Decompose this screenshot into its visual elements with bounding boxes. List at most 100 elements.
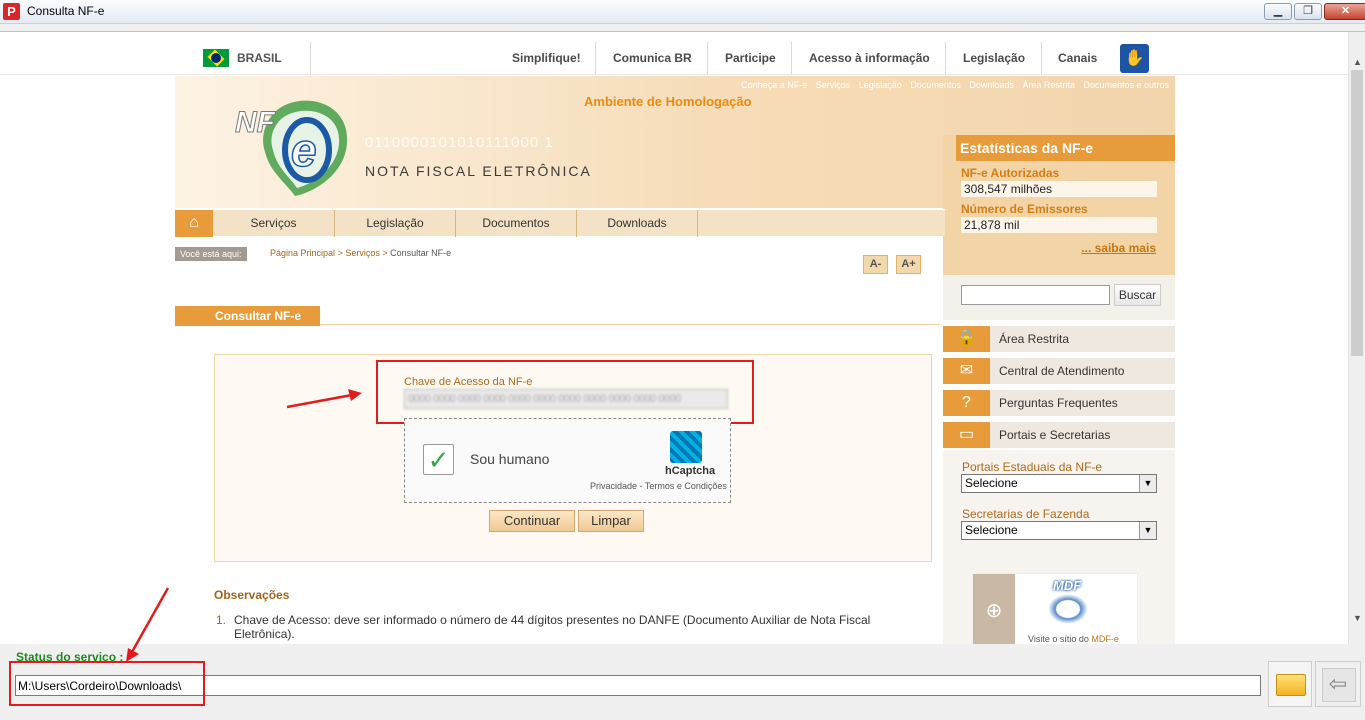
nav-legislacao[interactable]: Legislação bbox=[335, 210, 456, 237]
lock-icon: 🔒 bbox=[943, 326, 990, 352]
mdfe-logo-text: MDF bbox=[1053, 578, 1082, 593]
observacao-number: 1. bbox=[216, 613, 227, 627]
chevron-down-icon: ▼ bbox=[1139, 475, 1156, 492]
folder-icon bbox=[1276, 674, 1306, 696]
continuar-button[interactable]: Continuar bbox=[489, 510, 575, 532]
binary-decoration: 0110000101010111000 1 bbox=[365, 134, 554, 151]
question-icon: ? bbox=[943, 390, 990, 416]
gov-link-canais[interactable]: Canais bbox=[1058, 51, 1097, 65]
main-nav: ⌂ Serviços Legislação Documentos Downloa… bbox=[175, 209, 945, 237]
system-name: NOTA FISCAL ELETRÔNICA bbox=[365, 163, 592, 179]
close-button[interactable]: ✕ bbox=[1324, 3, 1365, 20]
accessibility-icon[interactable]: ✋ bbox=[1120, 44, 1149, 73]
mdfe-banner[interactable]: ⊕ MDF Visite o sítio do MDF-e bbox=[972, 573, 1138, 644]
secretarias-label: Secretarias de Fazenda bbox=[962, 507, 1090, 521]
banner-link[interactable]: Conheça a NF-e bbox=[741, 80, 807, 90]
breadcrumb-separator: > bbox=[337, 248, 343, 258]
banner-link[interactable]: Documentos bbox=[910, 80, 961, 90]
brazil-flag-icon bbox=[203, 49, 229, 67]
mdfe-caption: Visite o sítio do MDF-e bbox=[1028, 634, 1119, 644]
hcaptcha-widget: ✓ Sou humano hCaptcha Privacidade - Term… bbox=[404, 418, 731, 503]
gov-separator bbox=[310, 42, 311, 74]
chevron-down-icon: ▼ bbox=[1139, 522, 1156, 539]
mdfe-logo-icon bbox=[1048, 594, 1088, 624]
page-title: Consultar NF-e bbox=[175, 306, 320, 326]
title-underline bbox=[320, 324, 940, 325]
banner-link[interactable]: Documentos e outros bbox=[1083, 80, 1169, 90]
banner-link[interactable]: Legislação bbox=[859, 80, 902, 90]
stats-emissores-value: 21,878 mil bbox=[961, 217, 1157, 233]
saiba-mais-link[interactable]: ... saiba mais bbox=[1081, 241, 1156, 255]
gov-separator bbox=[707, 42, 708, 74]
limpar-button[interactable]: Limpar bbox=[578, 510, 644, 532]
breadcrumb-separator: > bbox=[382, 248, 388, 258]
breadcrumb-current: Consultar NF-e bbox=[390, 248, 452, 258]
nfe-logo-e: e bbox=[291, 124, 317, 176]
gov-link-participe[interactable]: Participe bbox=[725, 51, 776, 65]
globe-icon: ⊕ bbox=[973, 574, 1015, 644]
scroll-down-icon[interactable]: ▼ bbox=[1349, 610, 1365, 627]
ambiente-label: Ambiente de Homologação bbox=[584, 94, 752, 109]
nav-downloads[interactable]: Downloads bbox=[577, 210, 698, 237]
portais-select[interactable]: Selecione ▼ bbox=[961, 474, 1157, 493]
nfe-logo[interactable]: NF e bbox=[235, 92, 355, 200]
search-button[interactable]: Buscar bbox=[1114, 284, 1161, 306]
web-viewport: BRASIL Simplifique! Comunica BR Particip… bbox=[0, 31, 1365, 644]
stats-title: Estatísticas da NF-e bbox=[956, 135, 1175, 161]
breadcrumb-link-servicos[interactable]: Serviços bbox=[345, 248, 380, 258]
scroll-up-icon[interactable]: ▲ bbox=[1349, 54, 1365, 71]
brasil-link[interactable]: BRASIL bbox=[237, 51, 282, 65]
back-button[interactable]: ⇦ bbox=[1315, 661, 1361, 707]
restore-button[interactable]: ❐ bbox=[1294, 3, 1322, 20]
mdfe-caption-prefix: Visite o sítio do bbox=[1028, 634, 1089, 644]
captcha-links[interactable]: Privacidade - Termos e Condições bbox=[590, 481, 727, 491]
gov-link-legislacao[interactable]: Legislação bbox=[963, 51, 1025, 65]
breadcrumb-link-home[interactable]: Página Principal bbox=[270, 248, 335, 258]
sidebar-portais-secretarias[interactable]: ▭ Portais e Secretarias bbox=[943, 422, 1175, 448]
sidebar-label: Área Restrita bbox=[999, 332, 1070, 346]
stats-autorizadas-value: 308,547 milhões bbox=[961, 181, 1157, 197]
breadcrumb-label: Você está aqui: bbox=[175, 247, 247, 261]
sidebar-label: Central de Atendimento bbox=[999, 364, 1125, 378]
font-decrease-button[interactable]: A- bbox=[863, 255, 888, 274]
gov-link-simplifique[interactable]: Simplifique! bbox=[512, 51, 581, 65]
observacoes-title: Observações bbox=[214, 588, 290, 602]
banner-link[interactable]: Downloads bbox=[969, 80, 1014, 90]
sidebar-central-atendimento[interactable]: ✉ Central de Atendimento bbox=[943, 358, 1175, 384]
vertical-scrollbar[interactable]: ▲ ▼ bbox=[1348, 32, 1365, 644]
nav-documentos[interactable]: Documentos bbox=[456, 210, 577, 237]
nfe-logo-text: NF bbox=[235, 106, 276, 139]
captcha-text: Sou humano bbox=[470, 451, 550, 467]
annotation-arrowhead bbox=[126, 648, 139, 662]
folder-button[interactable] bbox=[1268, 661, 1312, 707]
observacao-text: Chave de Acesso: deve ser informado o nú… bbox=[234, 613, 871, 641]
secretarias-select[interactable]: Selecione ▼ bbox=[961, 521, 1157, 540]
captcha-checkbox[interactable]: ✓ bbox=[423, 444, 454, 475]
gov-separator bbox=[791, 42, 792, 74]
font-increase-button[interactable]: A+ bbox=[896, 255, 921, 274]
gov-separator bbox=[945, 42, 946, 74]
stats-autorizadas-label: NF-e Autorizadas bbox=[961, 166, 1060, 180]
sidebar-label: Portais e Secretarias bbox=[999, 428, 1111, 442]
sidebar-perguntas-frequentes[interactable]: ? Perguntas Frequentes bbox=[943, 390, 1175, 416]
gov-link-comunica[interactable]: Comunica BR bbox=[613, 51, 692, 65]
highlight-box-chave bbox=[376, 360, 754, 424]
app-icon: P bbox=[3, 3, 20, 20]
banner-top-nav: Conheça a NF-e Serviços Legislação Docum… bbox=[735, 80, 1169, 90]
banner-link[interactable]: Área Restrita bbox=[1022, 80, 1075, 90]
sidebar-label: Perguntas Frequentes bbox=[999, 396, 1118, 410]
captcha-brand: hCaptcha bbox=[665, 465, 716, 477]
envelope-icon: ✉ bbox=[943, 358, 990, 384]
portais-label: Portais Estaduais da NF-e bbox=[962, 460, 1103, 474]
sidebar-area-restrita[interactable]: 🔒 Área Restrita bbox=[943, 326, 1175, 352]
gov-link-acesso[interactable]: Acesso à informação bbox=[809, 51, 930, 65]
window-title-bar: P Consulta NF-e ▁ ❐ ✕ bbox=[0, 0, 1365, 24]
search-input[interactable] bbox=[961, 285, 1110, 305]
mdfe-caption-link[interactable]: MDF-e bbox=[1091, 634, 1119, 644]
nav-servicos[interactable]: Serviços bbox=[213, 210, 335, 237]
home-icon[interactable]: ⌂ bbox=[175, 210, 213, 237]
scrollbar-thumb[interactable] bbox=[1351, 70, 1363, 356]
minimize-button[interactable]: ▁ bbox=[1264, 3, 1292, 20]
banner-link[interactable]: Serviços bbox=[816, 80, 851, 90]
highlight-box-path bbox=[9, 661, 205, 706]
